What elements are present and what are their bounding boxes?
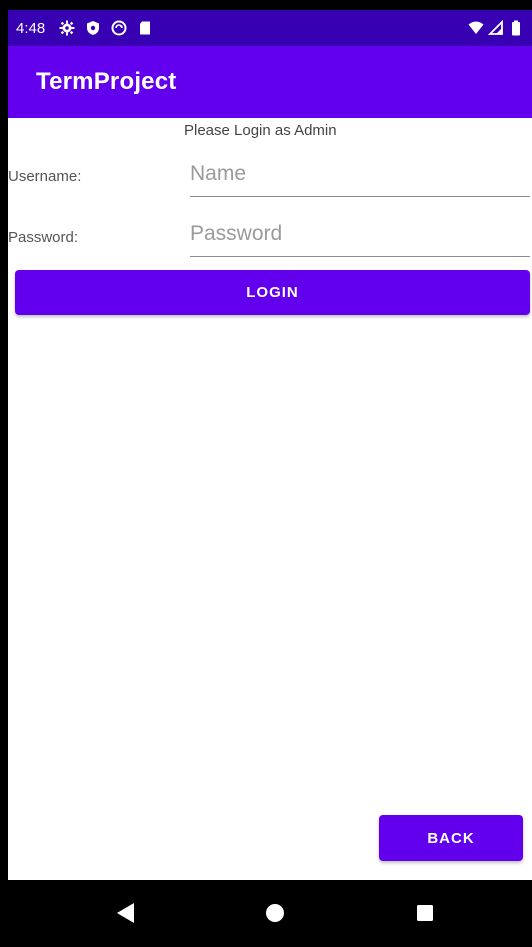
navigation-bar	[8, 880, 532, 947]
app-title: TermProject	[36, 68, 177, 95]
sync-icon	[111, 20, 127, 36]
login-prompt: Please Login as Admin	[184, 122, 337, 139]
password-input[interactable]	[190, 216, 530, 257]
gear-icon	[59, 20, 75, 36]
username-input[interactable]	[190, 156, 530, 197]
login-form: Please Login as Admin Username: Password…	[8, 118, 532, 880]
password-label: Password:	[8, 229, 79, 246]
back-button[interactable]: BACK	[379, 815, 523, 861]
status-icons-left	[59, 20, 153, 36]
sd-card-icon	[137, 20, 153, 36]
shield-icon	[85, 20, 101, 36]
status-icons-right	[468, 20, 524, 36]
battery-icon	[508, 20, 524, 36]
recents-square-icon[interactable]	[410, 898, 440, 928]
signal-icon	[488, 20, 504, 36]
back-triangle-icon[interactable]	[110, 898, 140, 928]
app-bar: TermProject	[8, 46, 532, 118]
home-circle-icon[interactable]	[260, 898, 290, 928]
login-button[interactable]: LOGIN	[15, 270, 530, 315]
username-label: Username:	[8, 168, 82, 185]
wifi-icon	[468, 20, 484, 36]
phone-screen: 4:48 TermProject Please Login as Admin U…	[0, 0, 532, 947]
status-time: 4:48	[16, 19, 46, 37]
status-bar: 4:48	[8, 10, 532, 46]
